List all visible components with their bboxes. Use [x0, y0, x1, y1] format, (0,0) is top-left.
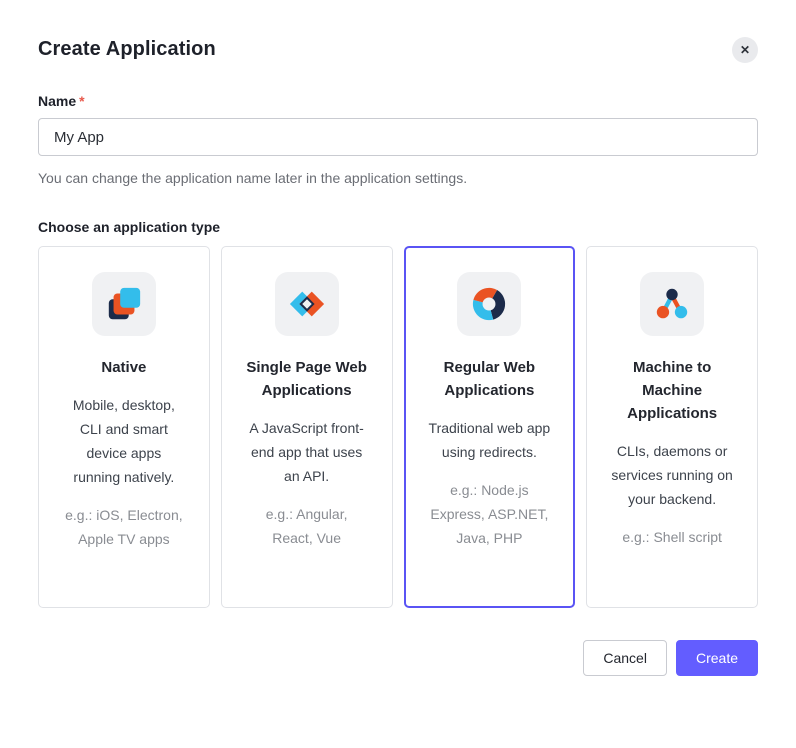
spa-icon-tile — [274, 272, 339, 336]
app-type-card-spa[interactable]: Single Page Web Applications A JavaScrip… — [220, 246, 393, 608]
close-button[interactable]: ✕ — [732, 37, 758, 63]
card-examples: e.g.: Node.js Express, ASP.NET, Java, PH… — [430, 482, 549, 546]
cancel-button[interactable]: Cancel — [583, 640, 667, 676]
name-field-label: Name * — [38, 93, 758, 110]
required-asterisk: * — [79, 93, 85, 109]
application-name-input[interactable] — [38, 118, 758, 156]
card-examples: e.g.: iOS, Electron, Apple TV apps — [65, 507, 183, 547]
dialog-title: Create Application — [38, 38, 216, 60]
name-helper-text: You can change the application name late… — [38, 170, 468, 186]
name-label-text: Name — [38, 93, 77, 109]
card-title: Regular Web Applications — [443, 359, 536, 399]
regular-web-icon-tile — [457, 272, 522, 336]
card-title: Native — [101, 359, 147, 376]
create-application-dialog: Create Application ✕ Name* You can chang… — [0, 36, 796, 676]
application-type-cards: Native Mobile, desktop, CLI and smart de… — [38, 246, 758, 608]
card-description: A JavaScript front-end app that uses an … — [249, 420, 364, 484]
card-description: CLIs, daemons or services running on you… — [611, 443, 733, 507]
card-title: Single Page Web Applications — [246, 359, 367, 399]
card-description: Mobile, desktop, CLI and smart device ap… — [72, 397, 175, 485]
create-button[interactable]: Create — [675, 640, 758, 676]
app-type-card-native[interactable]: Native Mobile, desktop, CLI and smart de… — [38, 246, 210, 608]
native-stacked-squares-icon — [105, 285, 143, 323]
card-examples: e.g.: Angular, React, Vue — [265, 506, 348, 546]
card-description: Traditional web app using redirects. — [428, 420, 551, 460]
single-page-app-diamonds-icon — [288, 285, 326, 323]
app-type-card-m2m[interactable]: Machine to Machine Applications CLIs, da… — [586, 246, 758, 608]
m2m-icon-tile — [640, 272, 705, 336]
close-icon: ✕ — [739, 43, 751, 57]
application-type-label: Choose an application type — [38, 219, 221, 235]
dialog-footer: Cancel Create — [38, 640, 758, 676]
regular-web-donut-icon — [470, 285, 508, 323]
dialog-header: Create Application ✕ — [38, 36, 758, 63]
card-examples: e.g.: Shell script — [622, 529, 722, 545]
native-icon-tile — [91, 272, 156, 336]
card-title: Machine to Machine Applications — [627, 359, 718, 422]
app-type-card-regular-web[interactable]: Regular Web Applications Traditional web… — [403, 246, 576, 608]
machine-to-machine-nodes-icon — [653, 285, 691, 323]
